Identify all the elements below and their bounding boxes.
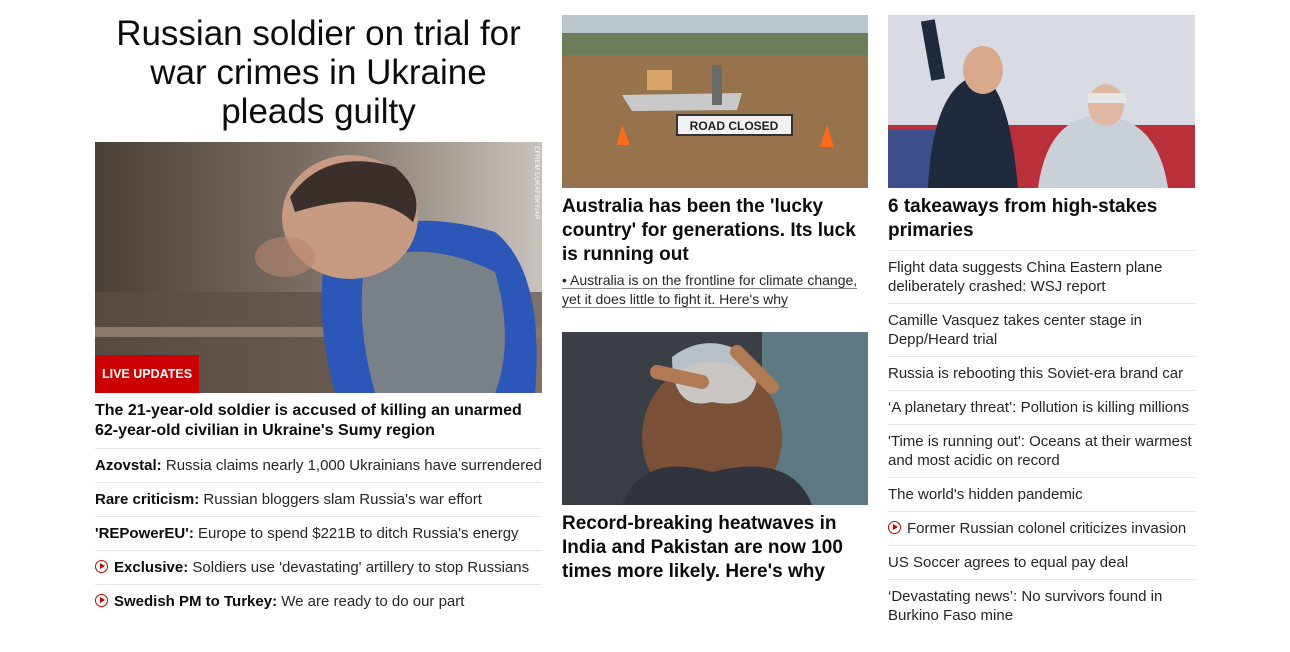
list-item[interactable]: ‘Devastating news’: No survivors found i… bbox=[888, 579, 1195, 632]
item-kicker: Rare criticism: bbox=[95, 491, 200, 508]
item-text: The world's hidden pandemic bbox=[888, 486, 1083, 503]
list-item[interactable]: The world's hidden pandemic bbox=[888, 477, 1195, 511]
list-item[interactable]: Swedish PM to Turkey: We are ready to do… bbox=[95, 584, 542, 618]
item-text: Russia is rebooting this Soviet-era bran… bbox=[888, 365, 1184, 382]
australia-subhead[interactable]: • Australia is on the frontline for clim… bbox=[562, 271, 868, 309]
item-kicker: 'REPowerEU': bbox=[95, 525, 194, 542]
heatwave-headline[interactable]: Record-breaking heatwaves in India and P… bbox=[562, 512, 868, 584]
photo-credit: EFREM LUKATSKY/AP bbox=[533, 146, 540, 220]
item-text: US Soccer agrees to equal pay deal bbox=[888, 554, 1129, 571]
item-text: Camille Vasquez takes center stage in De… bbox=[888, 312, 1143, 348]
flood-photo[interactable]: ROAD CLOSED bbox=[562, 15, 868, 188]
video-play-icon bbox=[95, 560, 108, 573]
primaries-photo[interactable] bbox=[888, 15, 1195, 188]
road-closed-sign-text: ROAD CLOSED bbox=[690, 119, 779, 133]
related-stories-list: Azovstal: Russia claims nearly 1,000 Ukr… bbox=[95, 448, 542, 618]
list-item[interactable]: Exclusive: Soldiers use 'devastating' ar… bbox=[95, 550, 542, 584]
list-item[interactable]: Azovstal: Russia claims nearly 1,000 Ukr… bbox=[95, 448, 542, 482]
australia-subhead-text: • Australia is on the frontline for clim… bbox=[562, 272, 858, 308]
list-item[interactable]: Flight data suggests China Eastern plane… bbox=[888, 250, 1195, 303]
item-text: We are ready to do our part bbox=[277, 593, 465, 610]
list-item[interactable]: US Soccer agrees to equal pay deal bbox=[888, 545, 1195, 579]
video-play-icon bbox=[95, 594, 108, 607]
list-item[interactable]: ‘A planetary threat’: Pollution is killi… bbox=[888, 390, 1195, 424]
list-item[interactable]: Russia is rebooting this Soviet-era bran… bbox=[888, 356, 1195, 390]
item-text: Russian bloggers slam Russia's war effor… bbox=[199, 491, 482, 508]
main-story-summary[interactable]: The 21-year-old soldier is accused of ki… bbox=[95, 401, 542, 441]
headlines-list: Flight data suggests China Eastern plane… bbox=[888, 250, 1195, 632]
item-text: 'Time is running out': Oceans at their w… bbox=[888, 433, 1192, 469]
main-headline[interactable]: Russian soldier on trial for war crimes … bbox=[95, 14, 542, 131]
video-play-icon bbox=[888, 521, 901, 534]
soldier-photo[interactable]: EFREM LUKATSKY/AP LIVE UPDATES bbox=[95, 142, 542, 393]
item-text: Europe to spend $221B to ditch Russia's … bbox=[193, 525, 519, 542]
australia-headline[interactable]: Australia has been the 'lucky country' f… bbox=[562, 195, 868, 267]
live-updates-badge[interactable]: LIVE UPDATES bbox=[95, 355, 199, 393]
item-text: Flight data suggests China Eastern plane… bbox=[888, 259, 1163, 295]
item-text: Russia claims nearly 1,000 Ukrainians ha… bbox=[161, 457, 542, 474]
item-text: ‘A planetary threat’: Pollution is killi… bbox=[888, 399, 1189, 416]
item-text: Soldiers use 'devastating' artillery to … bbox=[188, 559, 530, 576]
item-kicker: Azovstal: bbox=[95, 457, 162, 474]
item-text: ‘Devastating news’: No survivors found i… bbox=[888, 588, 1163, 624]
list-item[interactable]: Camille Vasquez takes center stage in De… bbox=[888, 303, 1195, 356]
list-item[interactable]: Former Russian colonel criticizes invasi… bbox=[888, 511, 1195, 545]
primaries-headline[interactable]: 6 takeaways from high-stakes primaries bbox=[888, 195, 1195, 243]
list-item[interactable]: Rare criticism: Russian bloggers slam Ru… bbox=[95, 482, 542, 516]
item-kicker: Swedish PM to Turkey: bbox=[114, 593, 278, 610]
list-item[interactable]: 'REPowerEU': Europe to spend $221B to di… bbox=[95, 516, 542, 550]
item-kicker: Exclusive: bbox=[114, 559, 189, 576]
list-item[interactable]: 'Time is running out': Oceans at their w… bbox=[888, 424, 1195, 477]
item-text: Former Russian colonel criticizes invasi… bbox=[907, 520, 1187, 537]
heatwave-photo[interactable] bbox=[562, 332, 868, 505]
